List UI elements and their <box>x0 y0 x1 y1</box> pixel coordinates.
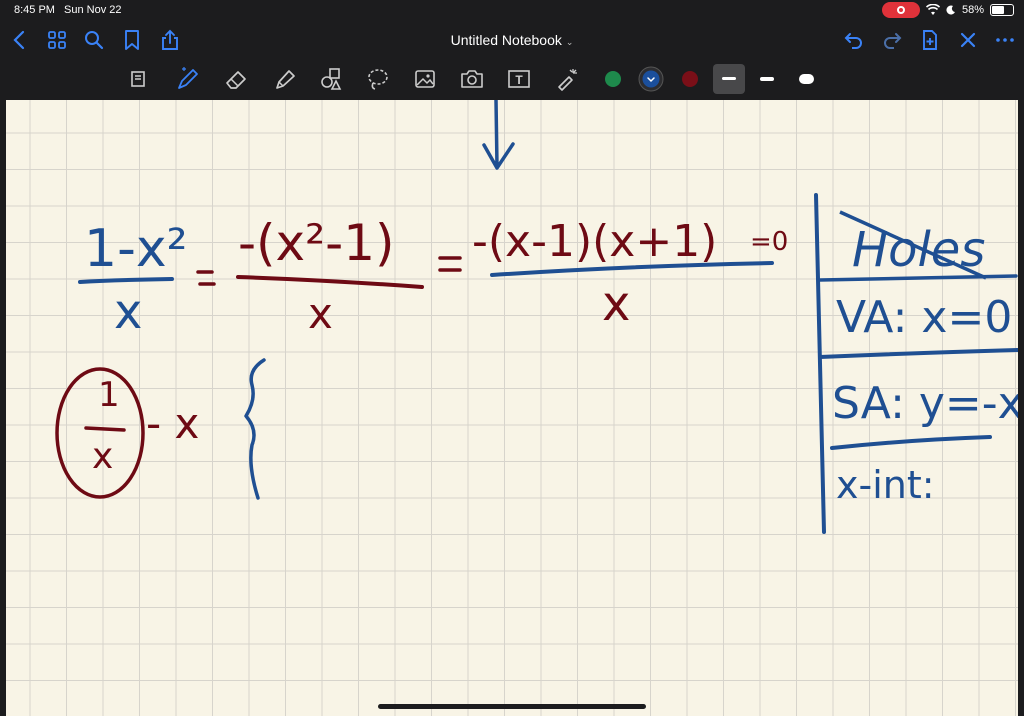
fraction-bar-2 <box>236 275 424 289</box>
wifi-icon <box>925 4 940 15</box>
eq-right-denominator: x <box>602 276 630 332</box>
notebook-title-text: Untitled Notebook <box>450 32 562 48</box>
split-tail: - x <box>146 399 199 448</box>
battery-percent: 58% <box>961 4 984 16</box>
eq-mid-denominator: x <box>308 289 333 338</box>
screen-recording-icon[interactable] <box>881 2 920 18</box>
status-right: 58% <box>881 2 1014 18</box>
color-blue-swatch[interactable] <box>638 66 664 92</box>
table-x-int: x-int: <box>836 463 935 507</box>
drawing-toolbar: T <box>0 58 1024 100</box>
status-time: 8:45 PM <box>14 4 55 16</box>
highlighter-icon[interactable] <box>272 66 298 92</box>
eq-left-numerator: 1-x² <box>84 219 187 279</box>
notebook-page[interactable]: 1-x² x -(x²-1) x -(x-1)(x+1) =0 x 1 x - … <box>6 100 1018 716</box>
table-rule-2 <box>818 348 1018 359</box>
home-indicator[interactable] <box>378 704 646 709</box>
eraser-icon[interactable] <box>223 66 249 92</box>
eq-left-denominator: x <box>114 284 142 340</box>
down-arrow <box>482 100 515 170</box>
eq-right-tail: =0 <box>750 227 788 257</box>
table-vertical-line <box>814 193 826 534</box>
page-view-icon[interactable] <box>126 66 152 92</box>
eq-mid-numerator: -(x²-1) <box>238 214 395 272</box>
notebook-title[interactable]: Untitled Notebook ⌄ <box>0 32 1024 48</box>
table-rule-3 <box>830 435 992 450</box>
split-fraction-num: 1 <box>98 375 120 415</box>
title-chevron-icon: ⌄ <box>565 37 574 47</box>
handwriting-canvas[interactable]: 1-x² x -(x²-1) x -(x-1)(x+1) =0 x 1 x - … <box>6 100 1018 716</box>
shapes-icon[interactable] <box>318 66 344 92</box>
eq-right-numerator: -(x-1)(x+1) <box>472 216 717 267</box>
color-maroon-swatch[interactable] <box>682 71 698 87</box>
moon-icon <box>946 5 955 15</box>
color-green-swatch[interactable] <box>605 71 621 87</box>
battery-icon <box>990 4 1014 16</box>
fraction-bar-1 <box>78 277 174 284</box>
status-bar: 8:45 PM Sun Nov 22 58% <box>0 0 1024 22</box>
stroke-size-medium-option[interactable] <box>758 74 776 84</box>
stroke-size-thick-option[interactable] <box>797 72 817 86</box>
split-fraction-den: x <box>92 436 113 477</box>
equals-1 <box>196 270 216 286</box>
image-icon[interactable] <box>412 66 438 92</box>
equals-2 <box>438 256 462 272</box>
lasso-icon[interactable] <box>365 66 391 92</box>
camera-icon[interactable] <box>459 66 485 92</box>
text-tool-label: T <box>515 73 523 87</box>
table-va: VA: x=0 <box>836 292 1012 343</box>
curly-brace <box>244 358 266 500</box>
pen-icon[interactable] <box>174 66 200 92</box>
text-icon[interactable]: T <box>506 66 532 92</box>
laser-pointer-icon[interactable] <box>554 66 580 92</box>
table-sa: SA: y=-x <box>832 378 1018 429</box>
stroke-size-thin-option[interactable] <box>713 64 745 94</box>
status-date: Sun Nov 22 <box>64 4 122 16</box>
